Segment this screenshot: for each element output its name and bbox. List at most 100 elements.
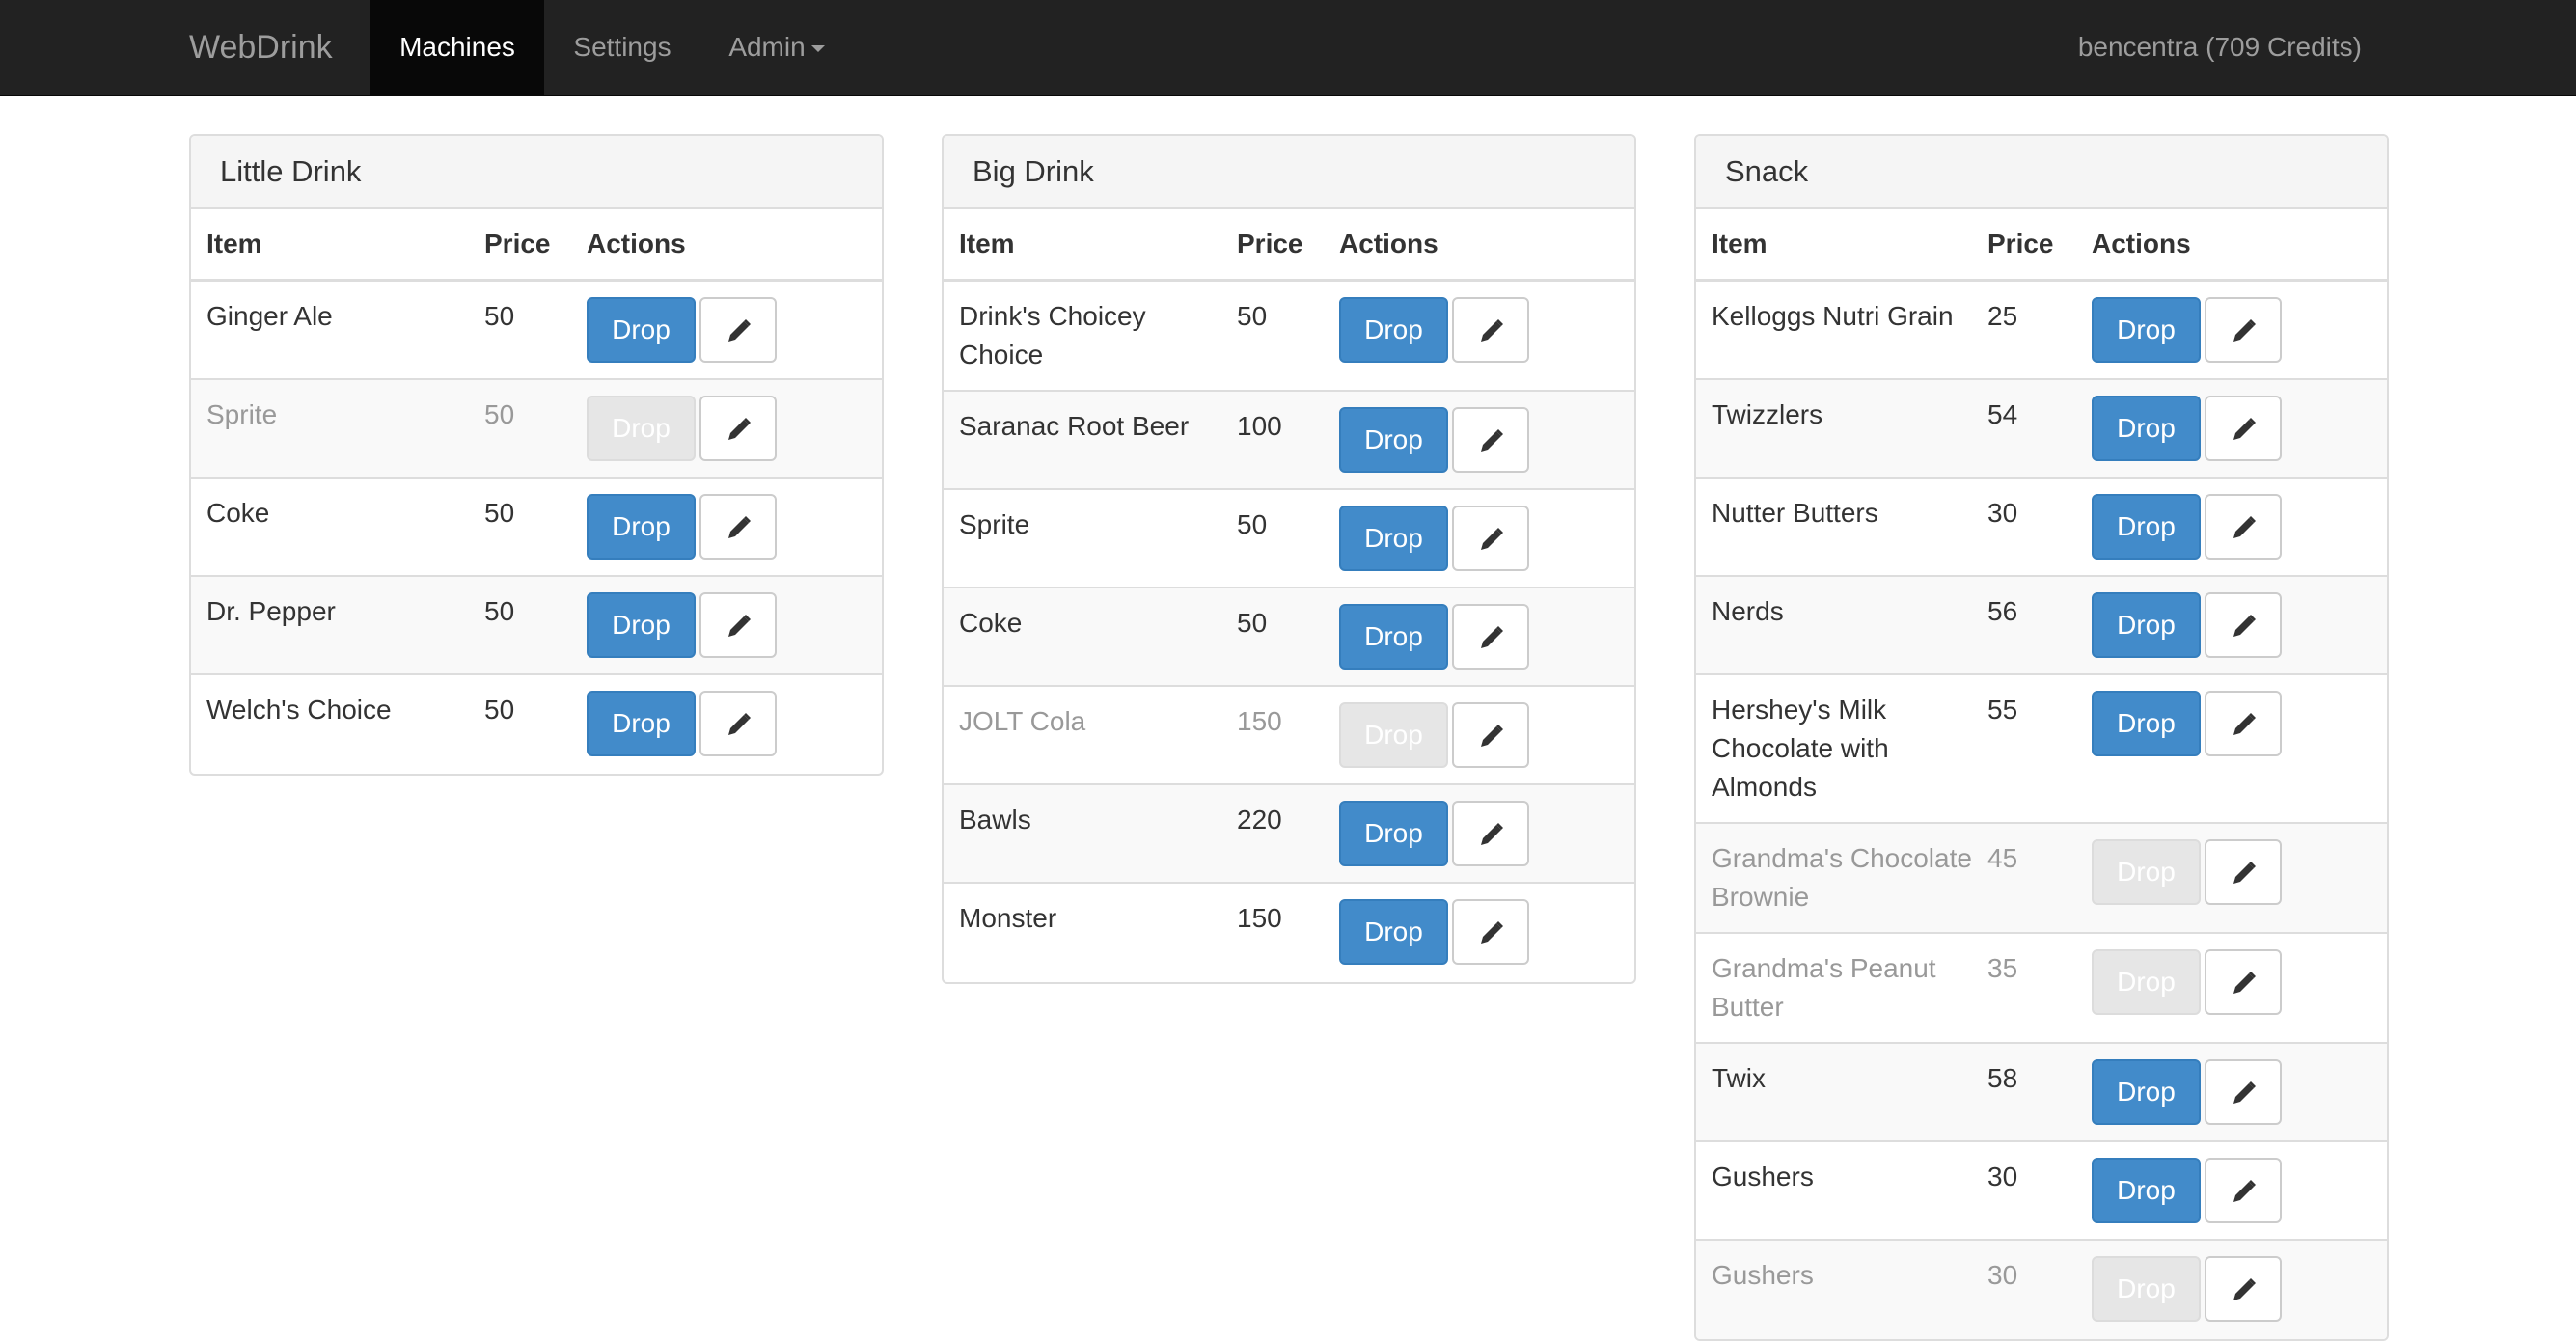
brand-logo[interactable]: WebDrink xyxy=(189,0,333,95)
table-row: Coke 50 Drop xyxy=(944,588,1634,687)
drop-button[interactable]: Drop xyxy=(1339,506,1448,571)
edit-button[interactable] xyxy=(1452,506,1529,571)
item-name: Nutter Butters xyxy=(1712,498,1878,528)
drop-button: Drop xyxy=(587,396,696,461)
col-price: Price xyxy=(484,229,551,259)
edit-button[interactable] xyxy=(699,396,777,461)
drop-button[interactable]: Drop xyxy=(2092,691,2201,756)
edit-button[interactable] xyxy=(2205,839,2282,905)
pencil-glyph xyxy=(728,615,751,637)
pencil-glyph xyxy=(728,516,751,538)
pencil-glyph xyxy=(2233,862,2256,884)
drop-button[interactable]: Drop xyxy=(1339,407,1448,473)
edit-button[interactable] xyxy=(2205,592,2282,658)
table-row: Kelloggs Nutri Grain 25 Drop xyxy=(1696,282,2387,380)
pencil-glyph xyxy=(2233,713,2256,735)
edit-button[interactable] xyxy=(2205,297,2282,363)
pencil-glyph xyxy=(1481,725,1503,747)
table-row: Drink's Choicey Choice 50 Drop xyxy=(944,282,1634,392)
edit-button[interactable] xyxy=(2205,949,2282,1015)
table-row: Saranac Root Beer 100 Drop xyxy=(944,392,1634,490)
item-price: 50 xyxy=(1237,509,1268,539)
item-price: 150 xyxy=(1237,706,1282,736)
drop-button[interactable]: Drop xyxy=(2092,297,2201,363)
drop-button[interactable]: Drop xyxy=(587,691,696,756)
table-row: Grandma's Chocolate Brownie 45 Drop xyxy=(1696,824,2387,934)
item-name: Grandma's Chocolate Brownie xyxy=(1712,843,1972,912)
edit-button[interactable] xyxy=(1452,407,1529,473)
edit-button[interactable] xyxy=(2205,494,2282,560)
pencil-glyph xyxy=(728,713,751,735)
panel-title: Little Drink xyxy=(191,136,882,209)
edit-button[interactable] xyxy=(1452,899,1529,965)
table-row: JOLT Cola 150 Drop xyxy=(944,687,1634,785)
pencil-glyph xyxy=(2233,972,2256,994)
item-name: Sprite xyxy=(206,399,278,429)
caret-down-icon xyxy=(810,45,825,53)
edit-button[interactable] xyxy=(1452,801,1529,866)
pencil-glyph xyxy=(728,418,751,440)
drop-button[interactable]: Drop xyxy=(1339,604,1448,670)
edit-button[interactable] xyxy=(699,297,777,363)
item-name: Coke xyxy=(206,498,270,528)
item-price: 54 xyxy=(1987,399,2018,429)
edit-button[interactable] xyxy=(1452,297,1529,363)
user-credits[interactable]: bencentra (709 Credits) xyxy=(2078,0,2362,95)
item-price: 30 xyxy=(1987,498,2018,528)
navbar: WebDrink Machines Settings Admin bencent… xyxy=(0,0,2576,96)
nav-admin-dropdown[interactable]: Admin xyxy=(714,0,839,95)
item-name: Sprite xyxy=(959,509,1030,539)
edit-button[interactable] xyxy=(699,592,777,658)
edit-button[interactable] xyxy=(1452,604,1529,670)
table-row: Sprite 50 Drop xyxy=(191,380,882,479)
drop-button[interactable]: Drop xyxy=(2092,494,2201,560)
drop-button[interactable]: Drop xyxy=(587,297,696,363)
drop-button[interactable]: Drop xyxy=(587,494,696,560)
item-price: 220 xyxy=(1237,805,1282,835)
item-price: 35 xyxy=(1987,953,2018,983)
drop-button: Drop xyxy=(2092,839,2201,905)
table-row: Ginger Ale 50 Drop xyxy=(191,282,882,380)
drop-button[interactable]: Drop xyxy=(2092,592,2201,658)
edit-button[interactable] xyxy=(2205,396,2282,461)
pencil-glyph xyxy=(1481,528,1503,550)
table-row: Twizzlers 54 Drop xyxy=(1696,380,2387,479)
drop-button: Drop xyxy=(2092,1256,2201,1322)
edit-button[interactable] xyxy=(2205,1059,2282,1125)
drop-button[interactable]: Drop xyxy=(2092,1059,2201,1125)
edit-button[interactable] xyxy=(2205,1158,2282,1223)
item-price: 50 xyxy=(484,695,515,725)
pencil-glyph xyxy=(728,319,751,342)
pencil-glyph xyxy=(2233,319,2256,342)
edit-button[interactable] xyxy=(2205,1256,2282,1322)
nav-machines[interactable]: Machines xyxy=(370,0,544,95)
drop-button[interactable]: Drop xyxy=(587,592,696,658)
table-row: Monster 150 Drop xyxy=(944,884,1634,982)
table-row: Nutter Butters 30 Drop xyxy=(1696,479,2387,577)
table-row: Twix 58 Drop xyxy=(1696,1044,2387,1142)
drop-button[interactable]: Drop xyxy=(1339,899,1448,965)
item-price: 50 xyxy=(484,498,515,528)
table-row: Nerds 56 Drop xyxy=(1696,577,2387,675)
table-row: Gushers 30 Drop xyxy=(1696,1241,2387,1339)
panel-title: Snack xyxy=(1696,136,2387,209)
edit-button[interactable] xyxy=(699,494,777,560)
edit-button[interactable] xyxy=(1452,702,1529,768)
item-name: Gushers xyxy=(1712,1162,1814,1191)
item-name: Gushers xyxy=(1712,1260,1814,1290)
drop-button[interactable]: Drop xyxy=(1339,297,1448,363)
item-name: Drink's Choicey Choice xyxy=(959,301,1146,369)
drop-button: Drop xyxy=(2092,949,2201,1015)
item-name: Nerds xyxy=(1712,596,1784,626)
nav-settings[interactable]: Settings xyxy=(544,0,700,95)
item-name: Kelloggs Nutri Grain xyxy=(1712,301,1954,331)
drop-button[interactable]: Drop xyxy=(2092,1158,2201,1223)
item-name: Monster xyxy=(959,903,1057,933)
edit-button[interactable] xyxy=(2205,691,2282,756)
col-price: Price xyxy=(1237,229,1303,259)
drop-button[interactable]: Drop xyxy=(2092,396,2201,461)
item-price: 30 xyxy=(1987,1162,2018,1191)
drop-button[interactable]: Drop xyxy=(1339,801,1448,866)
pencil-glyph xyxy=(1481,626,1503,648)
edit-button[interactable] xyxy=(699,691,777,756)
